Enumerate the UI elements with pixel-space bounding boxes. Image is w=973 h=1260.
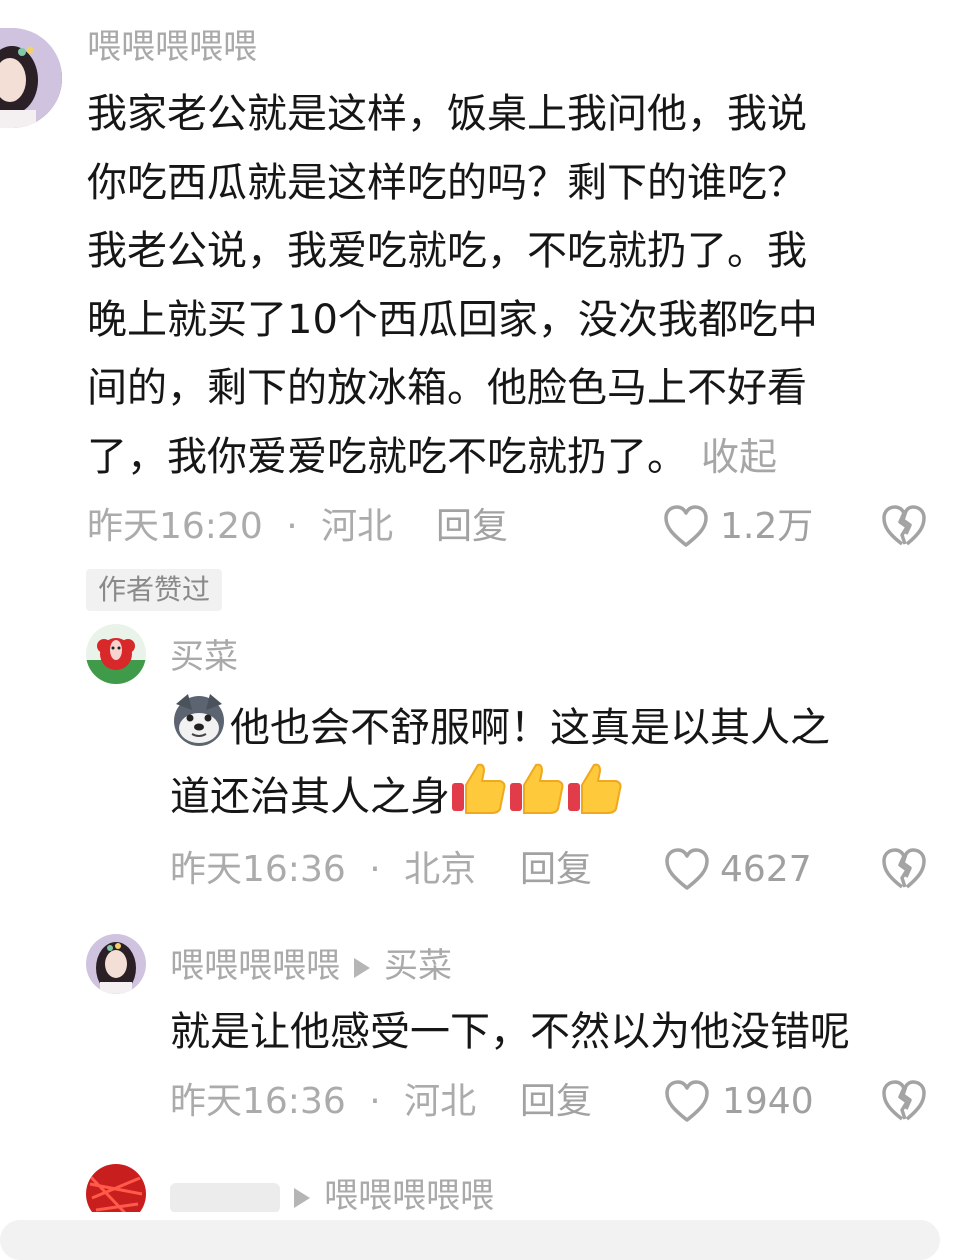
like-count: 1940 <box>722 1081 814 1122</box>
reply-arrow-icon <box>354 957 370 978</box>
bottom-bar <box>0 1212 973 1260</box>
comment-text-line: 就是让他感受一下，不然以为他没错呢 <box>170 1009 850 1055</box>
comment-text-segment: 了，我你爱爱吃就吃不吃就扔了。 <box>87 433 687 480</box>
comment-time: 昨天16:36 <box>170 849 346 890</box>
comment-reply-header: 喂喂喂喂喂 <box>170 1176 494 1216</box>
reply-arrow-icon <box>294 1187 310 1208</box>
comment-meta: 昨天16:36 · 北京 <box>170 848 476 892</box>
author-liked-badge: 作者赞过 <box>86 569 223 611</box>
comment-text-line-last: 了，我你爱爱吃就吃不吃就扔了。 收起 <box>87 423 967 492</box>
reply-to-username[interactable]: 喂喂喂喂喂 <box>324 1176 494 1216</box>
broken-heart-icon[interactable] <box>880 503 928 549</box>
meta-separator: · <box>369 849 381 890</box>
reply-button[interactable]: 回复 <box>520 1080 592 1124</box>
broken-heart-icon[interactable] <box>880 846 928 892</box>
comment-text-line: 我老公说，我爱吃就吃，不吃就扔了。我 <box>87 228 807 274</box>
avatar[interactable] <box>0 28 62 128</box>
comment-location: 河北 <box>321 506 394 547</box>
comment-input-box[interactable] <box>0 1220 940 1260</box>
comment-meta: 昨天16:36 · 河北 <box>170 1080 476 1124</box>
comment-username[interactable]: 喂喂喂喂喂 <box>170 946 340 986</box>
comment-username[interactable]: 喂喂喂喂喂 <box>87 27 257 67</box>
comment-time: 昨天16:36 <box>170 1081 346 1122</box>
comment-text-segment: 道还治其人之身 <box>170 773 450 820</box>
heart-icon[interactable] <box>663 846 711 892</box>
reply-to-username[interactable]: 买菜 <box>384 946 452 986</box>
avatar[interactable] <box>86 624 146 684</box>
meta-separator: · <box>286 506 298 547</box>
comment-text: 他也会不舒服啊！这真是以其人之 道还治其人之身 <box>170 690 970 827</box>
comment-text-line: 你吃西瓜就是这样吃的吗？剩下的谁吃？ <box>87 159 807 206</box>
like-count: 4627 <box>720 849 812 890</box>
meta-separator: · <box>369 1081 381 1122</box>
comment-text-line: 我家老公就是这样，饭桌上我问他，我说 <box>87 91 807 137</box>
comment-location: 北京 <box>404 849 477 890</box>
comment-username[interactable]: 买菜 <box>170 637 238 677</box>
comment-text-line: 他也会不舒服啊！这真是以其人之 <box>170 690 970 759</box>
comment-text: 我家老公就是这样，饭桌上我问他，我说 你吃西瓜就是这样吃的吗？剩下的谁吃？ 我老… <box>87 80 967 491</box>
husky-emoji-icon <box>170 690 228 770</box>
avatar[interactable] <box>86 934 146 994</box>
thumbs-up-emoji-icon <box>566 759 624 839</box>
comment-time: 昨天16:20 <box>87 506 263 547</box>
comment-text-line: 间的，剩下的放冰箱。他脸色马上不好看 <box>87 365 807 411</box>
comment-text-segment: 他也会不舒服啊！这真是以其人之 <box>230 704 830 751</box>
comment-text-line: 晚上就买了10个西瓜回家，没次我都吃中 <box>87 296 818 343</box>
reply-button[interactable]: 回复 <box>520 848 592 892</box>
comment-text: 就是让他感受一下，不然以为他没错呢 <box>170 998 970 1067</box>
thumbs-up-emoji-icon <box>508 759 566 839</box>
comment-location: 河北 <box>404 1081 477 1122</box>
comment-text-line: 道还治其人之身 <box>170 759 970 828</box>
comment-reply-header: 喂喂喂喂喂 买菜 <box>170 946 452 986</box>
heart-icon[interactable] <box>663 1078 711 1124</box>
reply-button[interactable]: 回复 <box>436 505 508 549</box>
comment-meta: 昨天16:20 · 河北 <box>87 505 393 549</box>
collapse-link[interactable]: 收起 <box>701 435 777 479</box>
thumbs-up-emoji-icon <box>450 759 508 839</box>
like-count: 1.2万 <box>720 506 814 547</box>
comment-username-blurred[interactable] <box>170 1182 280 1213</box>
heart-icon[interactable] <box>662 503 710 549</box>
broken-heart-icon[interactable] <box>880 1078 928 1124</box>
